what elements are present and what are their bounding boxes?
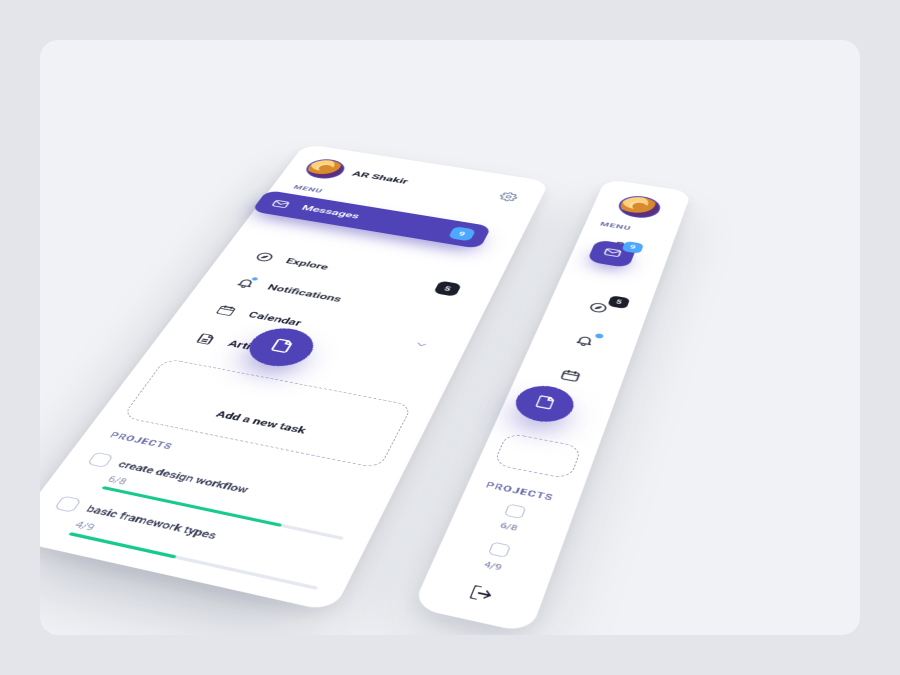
- design-canvas: AR Shakir MENU Dashboard: [40, 40, 860, 635]
- compass-icon: [586, 300, 610, 316]
- avatar[interactable]: [301, 157, 350, 181]
- sidebar-item-explore[interactable]: 5: [572, 293, 624, 324]
- sidebar-item-notifications[interactable]: [558, 325, 611, 358]
- mail-icon: [600, 246, 624, 261]
- sidebar-item-label: Calendar: [246, 310, 303, 328]
- messages-badge: 9: [448, 226, 476, 241]
- project-count: 6/8: [498, 521, 518, 533]
- settings-button[interactable]: [493, 189, 523, 205]
- bell-icon: [572, 333, 597, 350]
- user-name: AR Shakir: [350, 169, 410, 185]
- project-checkbox[interactable]: [87, 451, 114, 467]
- avatar[interactable]: [615, 193, 664, 220]
- calendar-icon: [212, 302, 240, 317]
- project-count: 4/9: [482, 560, 503, 572]
- notification-dot: [594, 333, 604, 339]
- gear-icon: [497, 191, 520, 204]
- document-add-icon: [264, 336, 299, 357]
- mail-icon: [267, 197, 293, 210]
- sidebar-item-messages[interactable]: 9: [587, 239, 638, 268]
- logout-icon: [465, 582, 496, 607]
- explore-badge: 5: [607, 295, 630, 309]
- project-checkbox[interactable]: [54, 495, 82, 512]
- document-icon: [191, 330, 220, 346]
- chevron-down-icon: [410, 338, 431, 352]
- compass-icon: [251, 250, 278, 264]
- sidebar-item-label: Messages: [300, 203, 361, 220]
- project-checkbox[interactable]: [504, 503, 526, 518]
- project-checkbox[interactable]: [488, 541, 511, 557]
- add-task-card[interactable]: [493, 432, 583, 479]
- add-task-label: Add a new task: [214, 409, 308, 436]
- sidebar-item-label: Explore: [284, 256, 331, 271]
- sidebar-item-label: Notifications: [265, 282, 343, 303]
- document-add-icon: [529, 392, 560, 413]
- calendar-icon: [557, 367, 583, 385]
- logout-button[interactable]: [435, 576, 527, 614]
- explore-badge: 5: [433, 280, 462, 296]
